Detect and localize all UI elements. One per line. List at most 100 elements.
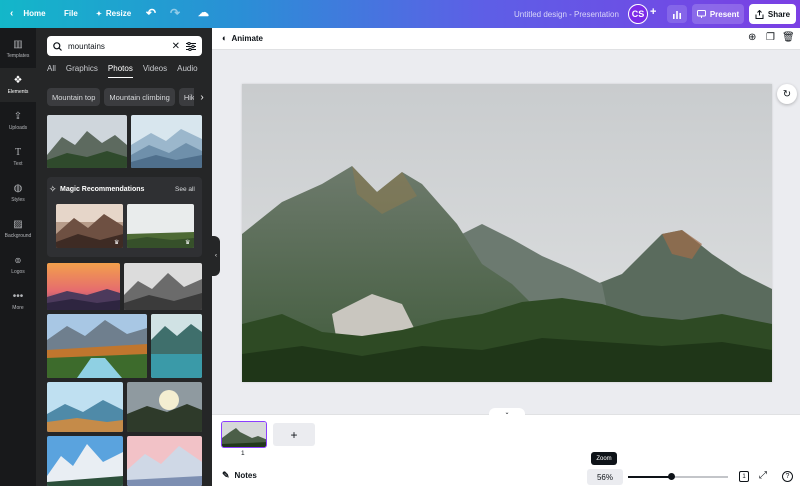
- present-button[interactable]: Present: [692, 4, 744, 24]
- chevron-left-icon: ‹: [215, 253, 217, 259]
- photo-thumbnail[interactable]: [127, 382, 202, 432]
- photo-thumbnail[interactable]: [151, 314, 202, 378]
- rail-label: Logos: [11, 268, 25, 275]
- photo-thumbnail[interactable]: [127, 204, 194, 248]
- avatar[interactable]: CS: [628, 4, 648, 24]
- save-status-button[interactable]: ☁: [198, 6, 209, 19]
- refresh-suggestions-button[interactable]: ↻: [777, 84, 797, 104]
- tab-photos[interactable]: Photos: [107, 64, 133, 78]
- upload-icon: ⇪: [13, 110, 23, 122]
- fullscreen-icon[interactable]: ⤢: [759, 470, 767, 481]
- river-mountain-photo: [47, 314, 147, 378]
- bar-chart-icon: [673, 10, 681, 19]
- zoom-tooltip: Zoom: [591, 452, 617, 465]
- photo-thumbnail[interactable]: [47, 314, 147, 378]
- see-all-link[interactable]: See all: [175, 186, 195, 193]
- trash-icon[interactable]: 🗑: [782, 32, 795, 43]
- photo-thumbnail[interactable]: [47, 263, 120, 310]
- footer-bar: [212, 462, 800, 486]
- rail-item-background[interactable]: ▨ Background: [0, 212, 36, 246]
- photo-thumbnail[interactable]: [131, 115, 202, 168]
- rail-item-more[interactable]: ••• More: [0, 284, 36, 318]
- left-rail: ▥ Templates ❖ Elements ⇪ Uploads T Text …: [0, 28, 36, 486]
- mountain-landscape-image: [242, 84, 772, 382]
- photo-thumbnail[interactable]: [47, 436, 123, 486]
- mountain-photo: [124, 263, 202, 310]
- notes-button[interactable]: ✎ Notes: [222, 470, 257, 481]
- chip-mountain-top[interactable]: Mountain top: [47, 88, 101, 106]
- palette-icon: ◍: [13, 182, 23, 194]
- animate-button[interactable]: ◐ Animate: [222, 33, 263, 43]
- search-input[interactable]: mountains: [68, 42, 166, 51]
- mountain-photo: [127, 204, 194, 248]
- resize-button[interactable]: ✦ Resize: [96, 9, 131, 18]
- page-number: 1: [241, 450, 245, 457]
- insights-button[interactable]: [667, 5, 687, 23]
- tab-graphics[interactable]: Graphics: [66, 64, 98, 78]
- clear-search-icon[interactable]: ✕: [172, 41, 180, 52]
- resize-label: Resize: [105, 9, 132, 18]
- elements-panel: mountains ✕ All Graphics Photos Videos A…: [36, 28, 212, 486]
- share-label: Share: [767, 9, 791, 19]
- undo-button[interactable]: ↶: [146, 6, 156, 20]
- add-collaborator-button[interactable]: +: [650, 6, 656, 18]
- plus-icon: +: [290, 427, 298, 442]
- refresh-icon: ↻: [782, 88, 792, 100]
- share-button[interactable]: Share: [749, 4, 796, 24]
- home-button[interactable]: ‹ Home: [10, 8, 46, 19]
- tab-all[interactable]: All: [47, 64, 56, 78]
- help-icon[interactable]: ?: [782, 471, 793, 482]
- photo-thumbnail[interactable]: [47, 382, 123, 432]
- rail-item-elements[interactable]: ❖ Elements: [0, 68, 36, 102]
- search-box[interactable]: mountains ✕: [47, 36, 202, 56]
- tab-videos[interactable]: Videos: [143, 64, 167, 78]
- design-canvas[interactable]: [242, 84, 772, 382]
- rail-item-logos[interactable]: ⊚ Logos: [0, 248, 36, 282]
- mountain-photo: [131, 115, 202, 168]
- chips-scroll-right-button[interactable]: ›: [194, 88, 210, 106]
- zoom-slider-handle[interactable]: [668, 473, 675, 480]
- magic-recommendations-title: Magic Recommendations: [60, 186, 145, 193]
- collapse-panel-button[interactable]: ‹: [212, 236, 220, 276]
- document-title[interactable]: Untitled design - Presentation: [514, 10, 619, 19]
- text-icon: T: [14, 146, 22, 158]
- rail-item-styles[interactable]: ◍ Styles: [0, 176, 36, 210]
- editor-toolbar: ◐ Animate ⊕ ❐ 🗑: [212, 28, 800, 50]
- file-menu-button[interactable]: File: [64, 9, 78, 18]
- templates-icon: ▥: [13, 38, 23, 50]
- sunrays-mountain-photo: [127, 382, 202, 432]
- search-icon: [53, 41, 62, 51]
- photo-thumbnail[interactable]: [127, 436, 202, 486]
- chip-mountain-climbing[interactable]: Mountain climbing: [104, 88, 175, 106]
- zoom-slider-fill: [628, 476, 671, 478]
- chevron-right-icon: ›: [200, 91, 204, 103]
- photo-thumbnail[interactable]: [47, 115, 127, 168]
- rail-item-text[interactable]: T Text: [0, 140, 36, 174]
- redo-button[interactable]: ↷: [170, 6, 180, 20]
- rail-label: Uploads: [8, 124, 28, 131]
- rail-label: Elements: [7, 88, 29, 95]
- photo-thumbnail[interactable]: [56, 204, 123, 248]
- chevron-left-icon: ‹: [10, 8, 14, 19]
- rail-label: Templates: [6, 52, 30, 59]
- rail-item-uploads[interactable]: ⇪ Uploads: [0, 104, 36, 138]
- present-icon: [696, 10, 706, 18]
- animate-label: Animate: [231, 33, 263, 43]
- rail-item-templates[interactable]: ▥ Templates: [0, 32, 36, 66]
- duplicate-page-icon[interactable]: ❐: [766, 32, 775, 43]
- add-page-button[interactable]: +: [273, 423, 315, 446]
- photo-thumbnail[interactable]: [124, 263, 202, 310]
- tab-audio[interactable]: Audio: [177, 64, 197, 78]
- page-thumbnail[interactable]: [221, 421, 267, 448]
- filter-icon[interactable]: [186, 41, 196, 51]
- background-icon: ▨: [13, 218, 23, 230]
- notes-icon: ✎: [222, 470, 230, 480]
- add-page-icon[interactable]: ⊕: [748, 32, 756, 43]
- expand-pages-button[interactable]: ⌄: [489, 408, 525, 416]
- zoom-value-button[interactable]: 56%: [587, 469, 623, 485]
- elements-icon: ❖: [13, 74, 23, 86]
- rail-label: Background: [4, 232, 32, 239]
- share-icon: [755, 9, 764, 19]
- home-label: Home: [23, 9, 46, 18]
- page-count-button[interactable]: 1: [739, 471, 749, 482]
